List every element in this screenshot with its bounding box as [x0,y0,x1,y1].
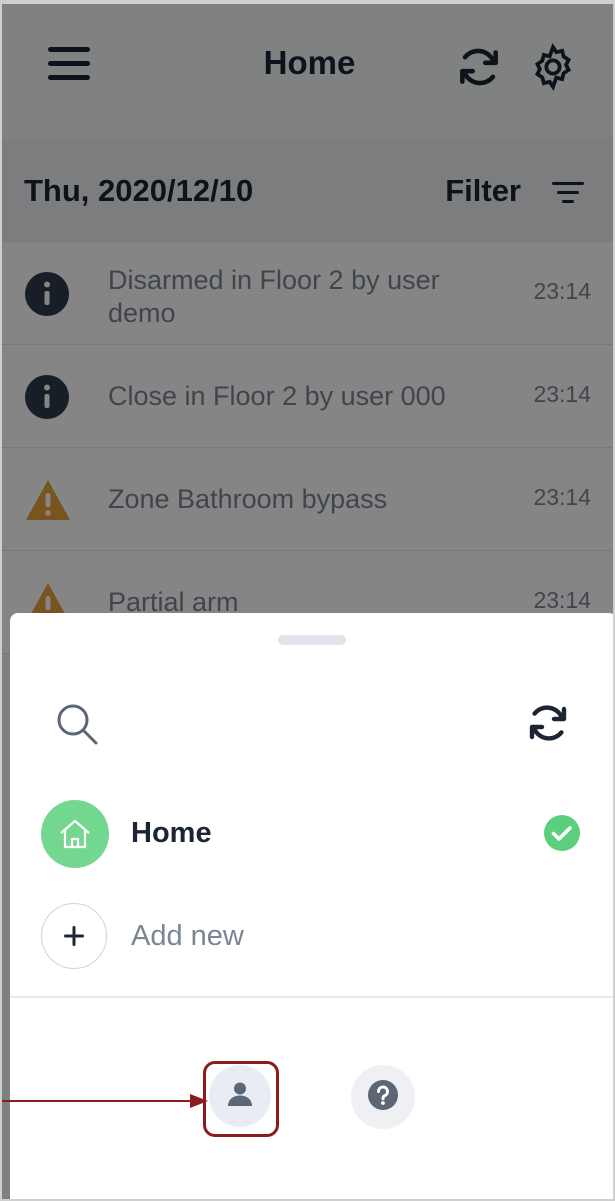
refresh-icon[interactable] [524,699,572,747]
drag-handle[interactable] [278,635,346,645]
divider [10,996,613,998]
help-icon [367,1079,399,1116]
check-circle-icon [543,814,581,852]
search-icon[interactable] [54,701,100,747]
site-item-home[interactable]: Home [41,800,581,868]
pointer-arrow [2,1094,208,1108]
highlight-box [203,1061,279,1137]
plus-icon [41,903,107,969]
site-selector-sheet: Home Add new [10,613,613,1199]
house-icon [41,800,109,868]
site-label: Home [131,817,212,849]
add-new-label: Add new [131,920,244,952]
add-new-site-button[interactable]: Add new [41,903,441,971]
help-button[interactable] [351,1065,415,1129]
screen-frame: Home Thu, 2020/12/10 Filter Disarmed in … [0,0,615,1201]
